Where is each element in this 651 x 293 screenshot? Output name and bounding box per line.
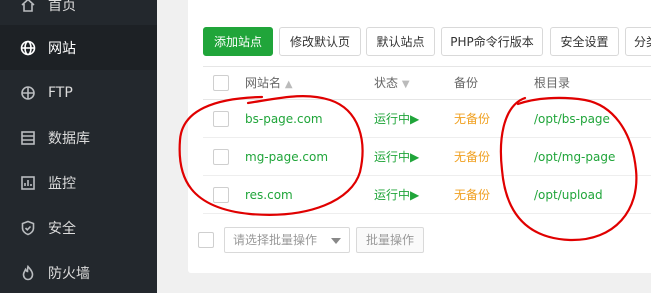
root-dir-link[interactable]: /opt/mg-page [534,138,615,176]
security-settings-button[interactable]: 安全设置 [550,27,619,56]
sidebar-item-security[interactable]: 安全 [0,205,157,250]
row-checkbox[interactable] [213,149,229,165]
select-all-checkbox[interactable] [213,75,229,91]
site-name-link[interactable]: bs-page.com [245,100,323,138]
header-label: 网站名 [245,76,282,90]
main-content: 添加站点 修改默认页 默认站点 PHP命令行版本 安全设置 分类 网站名 ▲ 状… [157,0,651,293]
site-name-link[interactable]: mg-page.com [245,138,328,176]
home-icon [20,0,36,13]
backup-link[interactable]: 无备份 [454,138,490,176]
ftp-icon [20,85,36,101]
site-panel: 添加站点 修改默认页 默认站点 PHP命令行版本 安全设置 分类 网站名 ▲ 状… [188,0,651,273]
table-row: bs-page.com 运行中▶ 无备份 /opt/bs-page [203,100,651,138]
sidebar-item-label: 安全 [48,220,76,237]
sidebar-item-label: 网站 [48,40,76,57]
add-site-button[interactable]: 添加站点 [203,27,273,56]
sidebar-item-monitor[interactable]: 监控 [0,160,157,205]
firewall-icon [20,264,36,281]
status-toggle[interactable]: 运行中▶ [374,176,419,214]
table-row: res.com 运行中▶ 无备份 /opt/upload [203,176,651,214]
column-header-backup: 备份 [454,76,479,90]
table-header: 网站名 ▲ 状态 ▼ 备份 根目录 [203,66,651,100]
sidebar-item-database[interactable]: 数据库 [0,115,157,160]
status-toggle[interactable]: 运行中▶ [374,138,419,176]
sidebar-item-label: 数据库 [48,130,90,147]
category-button[interactable]: 分类 [625,27,651,56]
sort-desc-icon: ▼ [401,79,410,90]
row-checkbox[interactable] [213,187,229,203]
sort-asc-icon: ▲ [284,79,293,90]
table-row: mg-page.com 运行中▶ 无备份 /opt/mg-page [203,138,651,176]
sidebar-item-label: 防火墙 [48,265,90,282]
site-name-link[interactable]: res.com [245,176,293,214]
row-checkbox[interactable] [213,111,229,127]
sidebar-item-ftp[interactable]: FTP [0,70,157,115]
batch-operation-button[interactable]: 批量操作 [356,227,424,253]
root-dir-link[interactable]: /opt/bs-page [534,100,610,138]
header-label: 状态 [374,76,399,90]
monitor-icon [20,175,36,191]
status-toggle[interactable]: 运行中▶ [374,100,419,138]
sidebar-item-label: 监控 [48,175,76,192]
batch-bar: 请选择批量操作 批量操作 [198,225,651,255]
php-cli-version-button[interactable]: PHP命令行版本 [441,27,543,56]
sidebar-item-label: FTP [48,84,73,101]
sidebar: 首页 网站 FTP 数据库 监控 安全 防火墙 [0,0,157,293]
column-header-root: 根目录 [534,76,571,90]
column-header-site-name[interactable]: 网站名 ▲ [245,67,293,99]
sidebar-item-label: 首页 [48,0,76,14]
select-placeholder: 请选择批量操作 [233,233,318,247]
default-site-button[interactable]: 默认站点 [366,27,435,56]
database-icon [20,130,36,146]
backup-link[interactable]: 无备份 [454,100,490,138]
sidebar-item-website[interactable]: 网站 [0,25,157,70]
batch-operation-select[interactable]: 请选择批量操作 [224,227,350,253]
sidebar-item-firewall[interactable]: 防火墙 [0,250,157,293]
edit-default-page-button[interactable]: 修改默认页 [279,27,361,56]
sidebar-item-home[interactable]: 首页 [0,0,157,27]
chevron-down-icon [331,238,341,244]
shield-icon [20,220,36,236]
backup-link[interactable]: 无备份 [454,176,490,214]
globe-icon [20,40,36,56]
root-dir-link[interactable]: /opt/upload [534,176,603,214]
column-header-status[interactable]: 状态 ▼ [374,67,410,99]
footer-select-all-checkbox[interactable] [198,232,214,248]
